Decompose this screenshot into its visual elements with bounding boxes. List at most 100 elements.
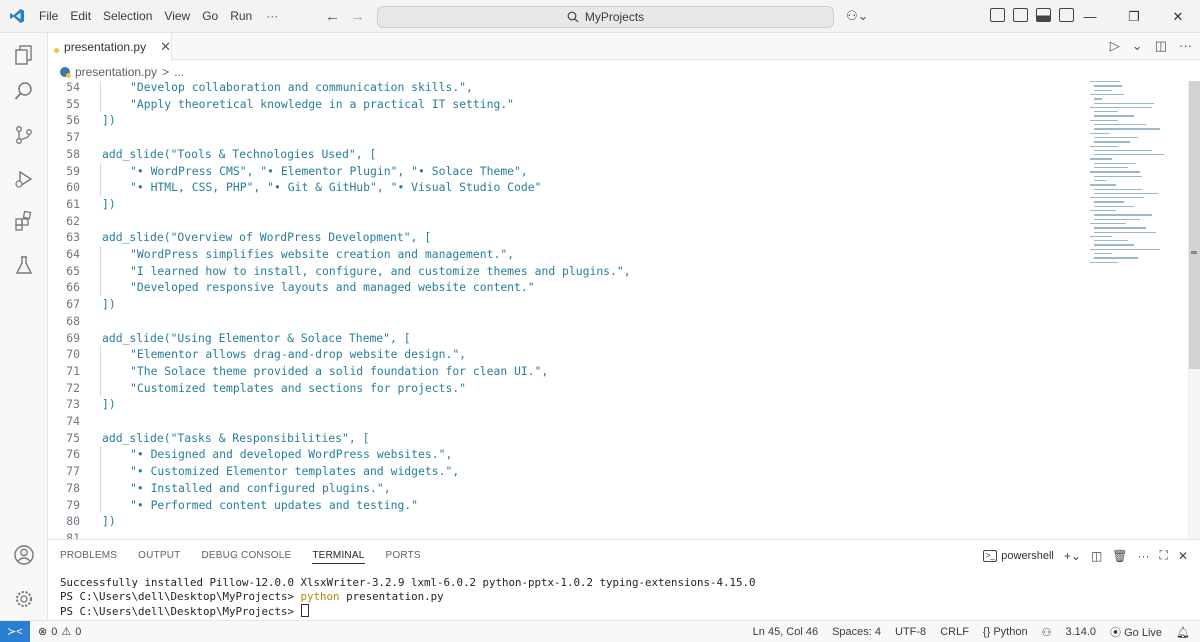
line-number: 62	[66, 213, 80, 228]
more-actions-button[interactable]: ···	[1179, 38, 1192, 54]
code-line[interactable]: 77 "• Customized Elementor templates and …	[48, 463, 1088, 480]
back-arrow-icon[interactable]: ←	[325, 8, 340, 25]
command-center-search[interactable]: MyProjects	[377, 6, 834, 28]
customize-layout-icon[interactable]	[990, 8, 1005, 22]
code-line[interactable]: 70 "Elementor allows drag-and-drop websit…	[48, 346, 1088, 363]
line-code: ])	[102, 297, 116, 312]
code-line[interactable]: 76 "• Designed and developed WordPress we…	[48, 446, 1088, 463]
extensions-icon[interactable]	[0, 199, 48, 243]
chevron-down-icon[interactable]: ⌄	[1132, 38, 1143, 54]
problems-status[interactable]: ⊗ 0 ⚠ 0	[38, 625, 81, 639]
indent-guide	[100, 162, 101, 196]
toggle-sidebar-icon[interactable]	[1013, 8, 1028, 22]
end-of-line[interactable]: CRLF	[940, 626, 969, 638]
minimap-line	[1090, 261, 1118, 263]
code-line[interactable]: 57	[48, 129, 1088, 146]
code-line[interactable]: 79 "• Performed content updates and testi…	[48, 497, 1088, 514]
line-code: "I learned how to install, configure, an…	[130, 263, 631, 278]
search-view-icon[interactable]	[0, 69, 48, 113]
menu-go[interactable]: Go	[196, 0, 224, 33]
source-control-icon[interactable]	[0, 113, 48, 157]
python-version[interactable]: 3.14.0	[1065, 626, 1096, 638]
panel-more-icon[interactable]: ···	[1138, 549, 1150, 563]
minimap-line	[1090, 248, 1160, 251]
line-code: "• Installed and configured plugins.",	[130, 480, 391, 495]
minimap-line	[1090, 184, 1116, 186]
close-window-button[interactable]: ✕	[1156, 0, 1200, 33]
code-line[interactable]: 63 add_slide("Overview of WordPress Devel…	[48, 229, 1088, 246]
line-code: add_slide("Tools & Technologies Used", [	[102, 146, 377, 161]
code-line[interactable]: 81	[48, 530, 1088, 539]
code-line[interactable]: 65 "I learned how to install, configure, …	[48, 263, 1088, 280]
go-live-button[interactable]: ⦿ Go Live	[1110, 624, 1162, 640]
menu-selection[interactable]: Selection	[97, 0, 158, 33]
code-line[interactable]: 68	[48, 313, 1088, 330]
cursor-position[interactable]: Ln 45, Col 46	[753, 626, 818, 638]
indentation[interactable]: Spaces: 4	[832, 626, 881, 638]
terminal-output[interactable]: Successfully installed Pillow-12.0.0 Xls…	[60, 576, 756, 619]
code-line[interactable]: 58 add_slide("Tools & Technologies Used",…	[48, 146, 1088, 163]
breadcrumb-rest[interactable]: ...	[174, 65, 184, 79]
split-editor-button[interactable]: ◫	[1155, 38, 1167, 54]
notifications-bell-icon[interactable]: 🔔︎	[1176, 626, 1190, 639]
tab-output[interactable]: OUTPUT	[138, 550, 180, 564]
breadcrumb-file[interactable]: presentation.py	[75, 65, 157, 79]
language-mode[interactable]: {} Python	[983, 626, 1028, 638]
new-terminal-plus-icon[interactable]: +⌄	[1064, 549, 1081, 563]
code-line[interactable]: 74	[48, 413, 1088, 430]
code-editor[interactable]: 54 "Develop collaboration and communicati…	[48, 81, 1188, 539]
line-number: 67	[66, 297, 80, 312]
code-line[interactable]: 80])	[48, 513, 1088, 530]
encoding[interactable]: UTF-8	[895, 626, 926, 638]
toggle-panel-icon[interactable]	[1036, 8, 1051, 22]
code-line[interactable]: 73])	[48, 396, 1088, 413]
code-line[interactable]: 54 "Develop collaboration and communicati…	[48, 81, 1088, 96]
code-line[interactable]: 78 "• Installed and configured plugins.",	[48, 480, 1088, 497]
testing-icon[interactable]	[0, 243, 48, 287]
minimize-button[interactable]: —	[1068, 0, 1112, 33]
code-line[interactable]: 60 "• HTML, CSS, PHP", "• Git & GitHub", …	[48, 179, 1088, 196]
maximize-panel-icon[interactable]: ⛶	[1160, 548, 1168, 563]
copilot-icon[interactable]: ⚇⌄	[846, 8, 869, 24]
code-line[interactable]: 56])	[48, 112, 1088, 129]
editor-tab-bar: presentation.py ✕ ▷ ⌄ ◫ ···	[48, 33, 1200, 61]
menu-edit[interactable]: Edit	[64, 0, 97, 33]
code-line[interactable]: 67])	[48, 296, 1088, 313]
split-terminal-icon[interactable]: ◫	[1091, 549, 1102, 563]
kill-terminal-trash-icon[interactable]: 🗑	[1112, 549, 1127, 563]
tab-presentation-py[interactable]: presentation.py ✕	[48, 33, 172, 61]
tab-debug-console[interactable]: DEBUG CONSOLE	[201, 550, 291, 564]
python-interpreter-icon[interactable]: ⚇	[1042, 626, 1052, 639]
code-line[interactable]: 55 "Apply theoretical knowledge in a prac…	[48, 96, 1088, 113]
run-file-button[interactable]: ▷	[1110, 38, 1120, 54]
menu-view[interactable]: View	[158, 0, 196, 33]
account-icon[interactable]	[0, 533, 48, 577]
menu-more-button[interactable]: ···	[258, 9, 286, 23]
code-line[interactable]: 62	[48, 213, 1088, 230]
close-tab-icon[interactable]: ✕	[160, 39, 171, 55]
forward-arrow-icon[interactable]: →	[350, 8, 365, 25]
code-line[interactable]: 69 add_slide("Using Elementor & Solace Th…	[48, 330, 1088, 347]
restore-button[interactable]: ❐	[1112, 0, 1156, 33]
run-debug-icon[interactable]	[0, 157, 48, 201]
minimap-line	[1090, 235, 1112, 238]
tab-terminal[interactable]: TERMINAL	[312, 550, 365, 564]
code-line[interactable]: 66 "Developed responsive layouts and mana…	[48, 279, 1088, 296]
minimap[interactable]	[1088, 81, 1188, 271]
close-panel-icon[interactable]: ✕	[1178, 549, 1188, 563]
tab-ports[interactable]: PORTS	[386, 550, 421, 564]
line-number: 54	[66, 81, 80, 94]
code-line[interactable]: 71 "The Solace theme provided a solid fou…	[48, 363, 1088, 380]
code-line[interactable]: 72 "Customized templates and sections for…	[48, 380, 1088, 397]
settings-gear-icon[interactable]	[0, 577, 48, 621]
code-line[interactable]: 61])	[48, 196, 1088, 213]
menu-file[interactable]: File	[33, 0, 64, 33]
tab-problems[interactable]: PROBLEMS	[60, 550, 117, 564]
terminal-powershell[interactable]: >_ powershell	[983, 549, 1054, 562]
remote-indicator-icon[interactable]: ≻<	[0, 620, 30, 642]
code-line[interactable]: 59 "• WordPress CMS", "• Elementor Plugin…	[48, 163, 1088, 180]
code-line[interactable]: 64 "WordPress simplifies website creation…	[48, 246, 1088, 263]
menu-run[interactable]: Run	[224, 0, 258, 33]
scrollbar-thumb[interactable]	[1189, 81, 1200, 369]
code-line[interactable]: 75 add_slide("Tasks & Responsibilities", …	[48, 430, 1088, 447]
